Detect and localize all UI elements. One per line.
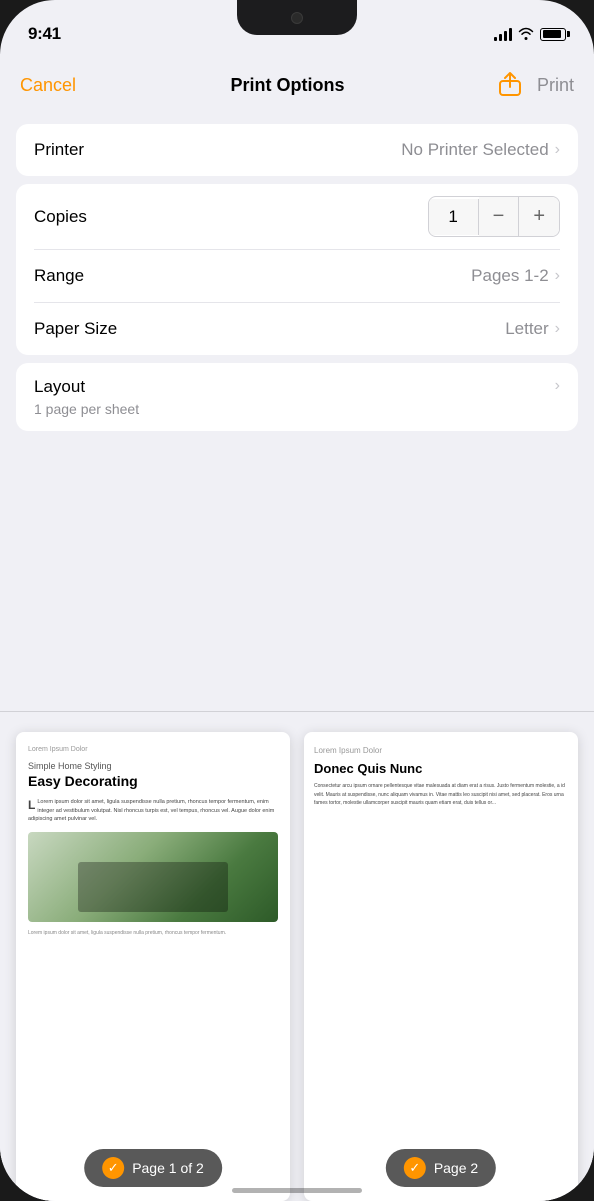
page-1-preview[interactable]: Lorem Ipsum Dolor Simple Home Styling Ea… [16, 732, 290, 1201]
status-time: 9:41 [28, 24, 61, 44]
layout-row[interactable]: Layout › 1 page per sheet [16, 363, 578, 431]
page-1-indicator: ✓ Page 1 of 2 [84, 1149, 222, 1187]
signal-bar-3 [504, 31, 507, 41]
page-2-content: Lorem Ipsum Dolor Donec Quis Nunc Consec… [304, 732, 578, 816]
content-area: Cancel Print Options Print [0, 54, 594, 1201]
page-2-small-text: Lorem Ipsum Dolor [314, 746, 568, 755]
page-2-indicator-text: Page 2 [434, 1160, 478, 1176]
page-1-content: Lorem Ipsum Dolor Simple Home Styling Ea… [16, 732, 290, 1201]
layout-card: Layout › 1 page per sheet [16, 363, 578, 431]
layout-label: Layout [34, 377, 85, 397]
page-1-indicator-text: Page 1 of 2 [132, 1160, 204, 1176]
share-icon[interactable] [499, 70, 521, 100]
page-2-indicator: ✓ Page 2 [386, 1149, 496, 1187]
printer-value-text: No Printer Selected [401, 140, 548, 160]
paper-size-value: Letter › [505, 319, 560, 339]
signal-bar-1 [494, 37, 497, 41]
options-card: Copies 1 − + Range Pages 1-2 › [16, 184, 578, 355]
page-1-image [28, 832, 278, 922]
copies-row: Copies 1 − + [16, 184, 578, 249]
copies-stepper[interactable]: 1 − + [428, 196, 560, 237]
range-value: Pages 1-2 › [471, 266, 560, 286]
cancel-button[interactable]: Cancel [20, 75, 76, 96]
signal-bar-4 [509, 28, 512, 41]
page-2-check-icon: ✓ [404, 1157, 426, 1179]
copies-label: Copies [34, 207, 87, 227]
range-label: Range [34, 266, 84, 286]
layout-chevron-icon: › [555, 377, 560, 395]
range-chevron-icon: › [555, 267, 560, 285]
status-icons [494, 26, 566, 43]
header-right: Print [499, 70, 574, 100]
layout-subtitle: 1 page per sheet [34, 401, 560, 417]
wifi-icon [518, 26, 534, 43]
print-options-title: Print Options [76, 75, 499, 96]
printer-value: No Printer Selected › [401, 140, 560, 160]
page-1-title: Easy Decorating [28, 773, 278, 790]
copies-decrement-button[interactable]: − [479, 197, 520, 236]
layout-title: Layout › [34, 377, 560, 397]
battery-fill [543, 30, 562, 38]
printer-card: Printer No Printer Selected › [16, 124, 578, 176]
phone-screen: 9:41 [0, 0, 594, 1201]
phone-frame: 9:41 [0, 0, 594, 1201]
page-2-body: Consectetur arcu ipsum ornare pellentesq… [314, 782, 568, 808]
copies-value: 1 [429, 199, 479, 235]
page-1-body: L Lorem ipsum dolor sit amet, ligula sus… [28, 798, 278, 824]
page-1-caption: Lorem ipsum dolor sit amet, ligula suspe… [28, 930, 278, 936]
paper-size-chevron-icon: › [555, 320, 560, 338]
print-panel: Cancel Print Options Print [0, 54, 594, 431]
paper-size-value-text: Letter [505, 319, 548, 339]
printer-label: Printer [34, 140, 84, 160]
page-1-check-icon: ✓ [102, 1157, 124, 1179]
signal-bars-icon [494, 27, 512, 41]
page-1-subtitle: Simple Home Styling [28, 761, 278, 771]
printer-row[interactable]: Printer No Printer Selected › [16, 124, 578, 176]
paper-size-row[interactable]: Paper Size Letter › [16, 303, 578, 355]
signal-bar-2 [499, 34, 502, 41]
print-header: Cancel Print Options Print [0, 54, 594, 116]
range-value-text: Pages 1-2 [471, 266, 549, 286]
print-button[interactable]: Print [537, 75, 574, 96]
printer-chevron-icon: › [555, 141, 560, 159]
notch-camera [291, 12, 303, 24]
preview-section: Lorem Ipsum Dolor Simple Home Styling Ea… [0, 711, 594, 1201]
battery-icon [540, 28, 566, 41]
page-1-image-inner [78, 862, 228, 912]
copies-increment-button[interactable]: + [519, 197, 559, 236]
home-indicator [232, 1188, 362, 1193]
page-1-body-letter: L [28, 799, 35, 811]
page-1-small-text: Lorem Ipsum Dolor [28, 746, 278, 753]
range-row[interactable]: Range Pages 1-2 › [16, 250, 578, 302]
notch [237, 0, 357, 35]
page-2-preview[interactable]: Lorem Ipsum Dolor Donec Quis Nunc Consec… [304, 732, 578, 1201]
page-2-title: Donec Quis Nunc [314, 761, 568, 776]
paper-size-label: Paper Size [34, 319, 117, 339]
